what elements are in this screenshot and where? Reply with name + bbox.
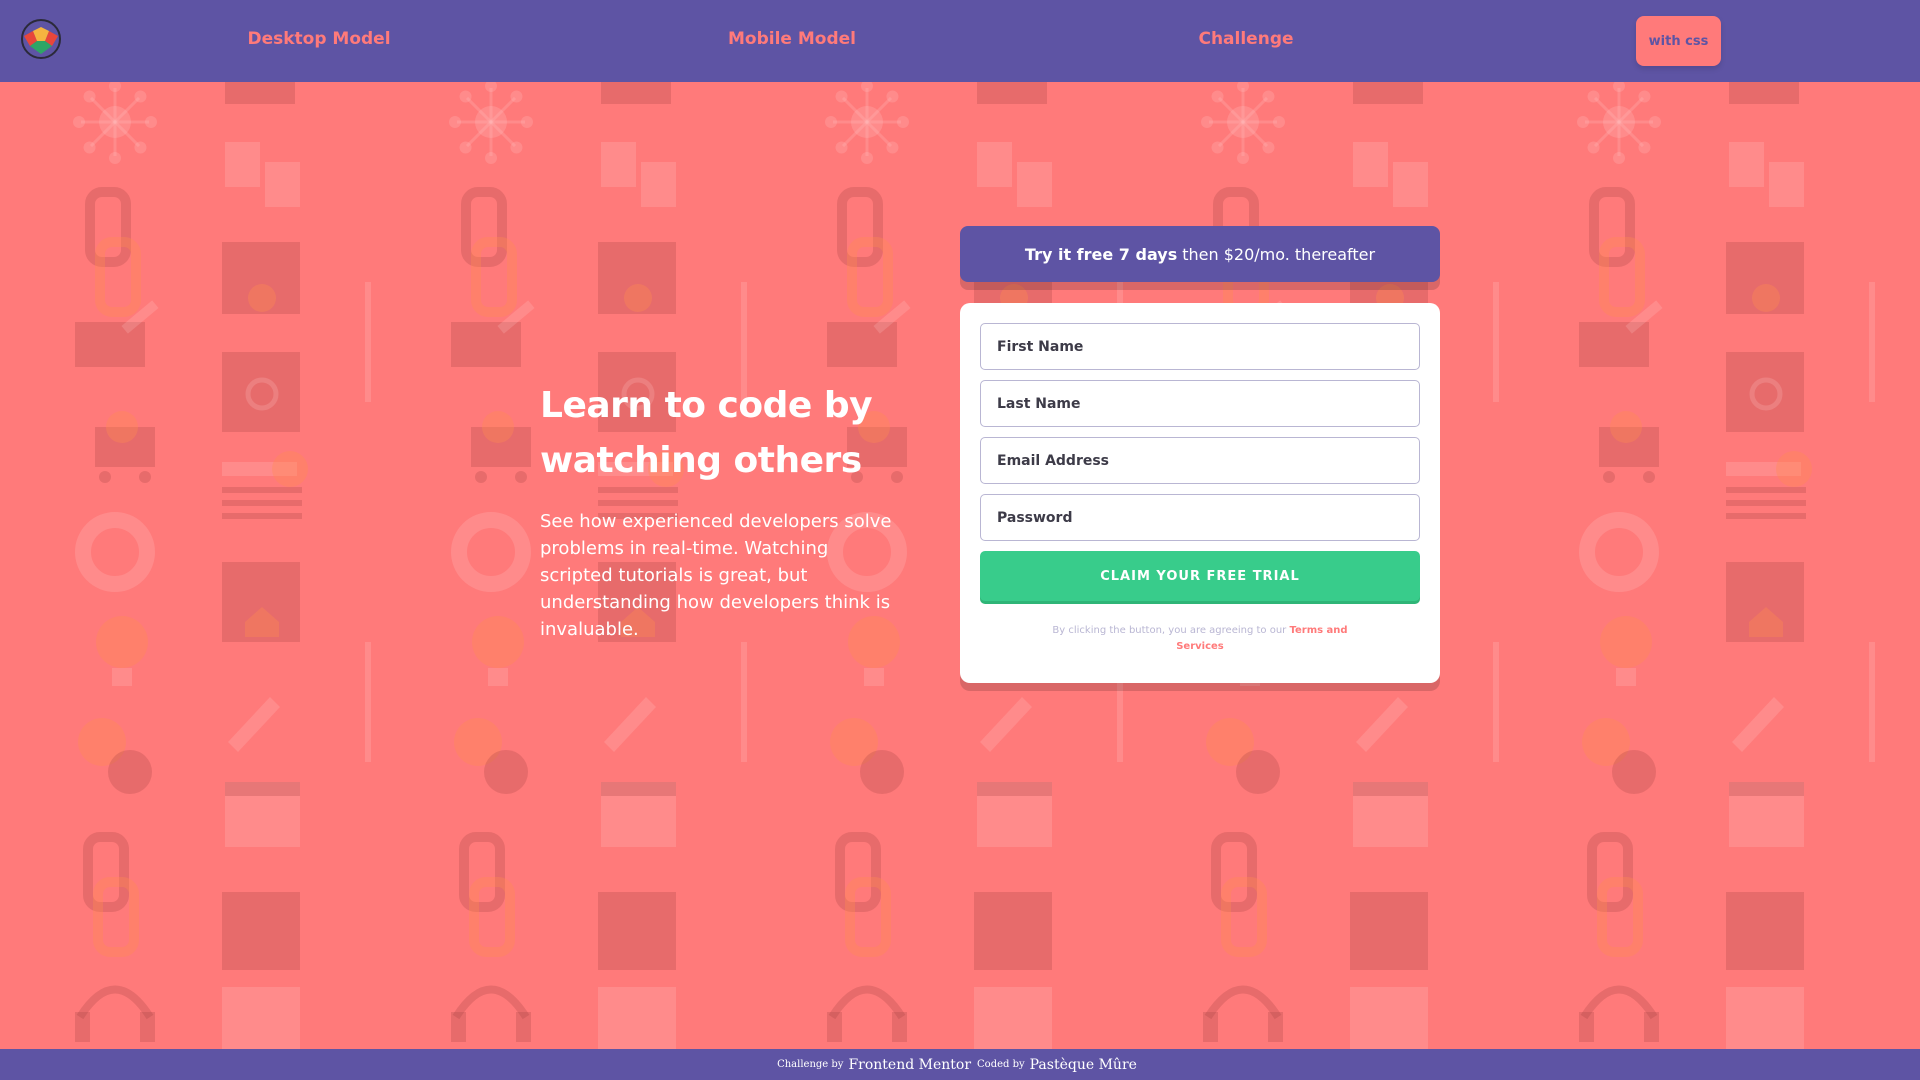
nav-challenge-link[interactable]: Challenge: [1198, 29, 1293, 49]
terms-prefix-text: By clicking the button, you are agreeing…: [1052, 625, 1287, 636]
hero-section: Learn to code by watching others See how…: [540, 378, 910, 643]
first-name-field[interactable]: [980, 323, 1420, 370]
nav-mobile-model-link[interactable]: Mobile Model: [728, 29, 856, 49]
claim-free-trial-button[interactable]: CLAIM YOUR FREE TRIAL: [980, 551, 1420, 601]
password-input[interactable]: [997, 509, 1419, 526]
hero-title: Learn to code by watching others: [540, 385, 873, 481]
last-name-input[interactable]: [997, 395, 1419, 412]
coded-by-label: Coded by: [977, 1059, 1025, 1070]
top-navigation-bar: Desktop Model Mobile Model Challenge wit…: [0, 0, 1920, 82]
promo-rest-text: then $20/mo. thereafter: [1182, 244, 1376, 264]
with-css-button[interactable]: with css: [1636, 16, 1721, 66]
last-name-field[interactable]: [980, 380, 1420, 427]
nav-desktop-model-link[interactable]: Desktop Model: [247, 29, 390, 49]
terms-notice: By clicking the button, you are agreeing…: [1050, 623, 1350, 655]
coder-name-link[interactable]: Pastèque Mûre: [1030, 1057, 1137, 1073]
first-name-input[interactable]: [997, 338, 1419, 355]
frontend-mentor-link[interactable]: Frontend Mentor: [848, 1057, 971, 1073]
email-field[interactable]: [980, 437, 1420, 484]
free-trial-promo-banner: Try it free 7 days then $20/mo. thereaft…: [960, 226, 1440, 282]
challenge-by-label: Challenge by: [777, 1059, 844, 1070]
signup-form: CLAIM YOUR FREE TRIAL By clicking the bu…: [960, 303, 1440, 683]
password-field[interactable]: [980, 494, 1420, 541]
gem-logo-icon[interactable]: [20, 18, 62, 60]
hero-description: See how experienced developers solve pro…: [540, 511, 892, 640]
attribution-footer: Challenge by Frontend Mentor Coded by Pa…: [0, 1049, 1920, 1080]
promo-strong-text: Try it free 7 days: [1024, 244, 1178, 264]
email-input[interactable]: [997, 452, 1419, 469]
